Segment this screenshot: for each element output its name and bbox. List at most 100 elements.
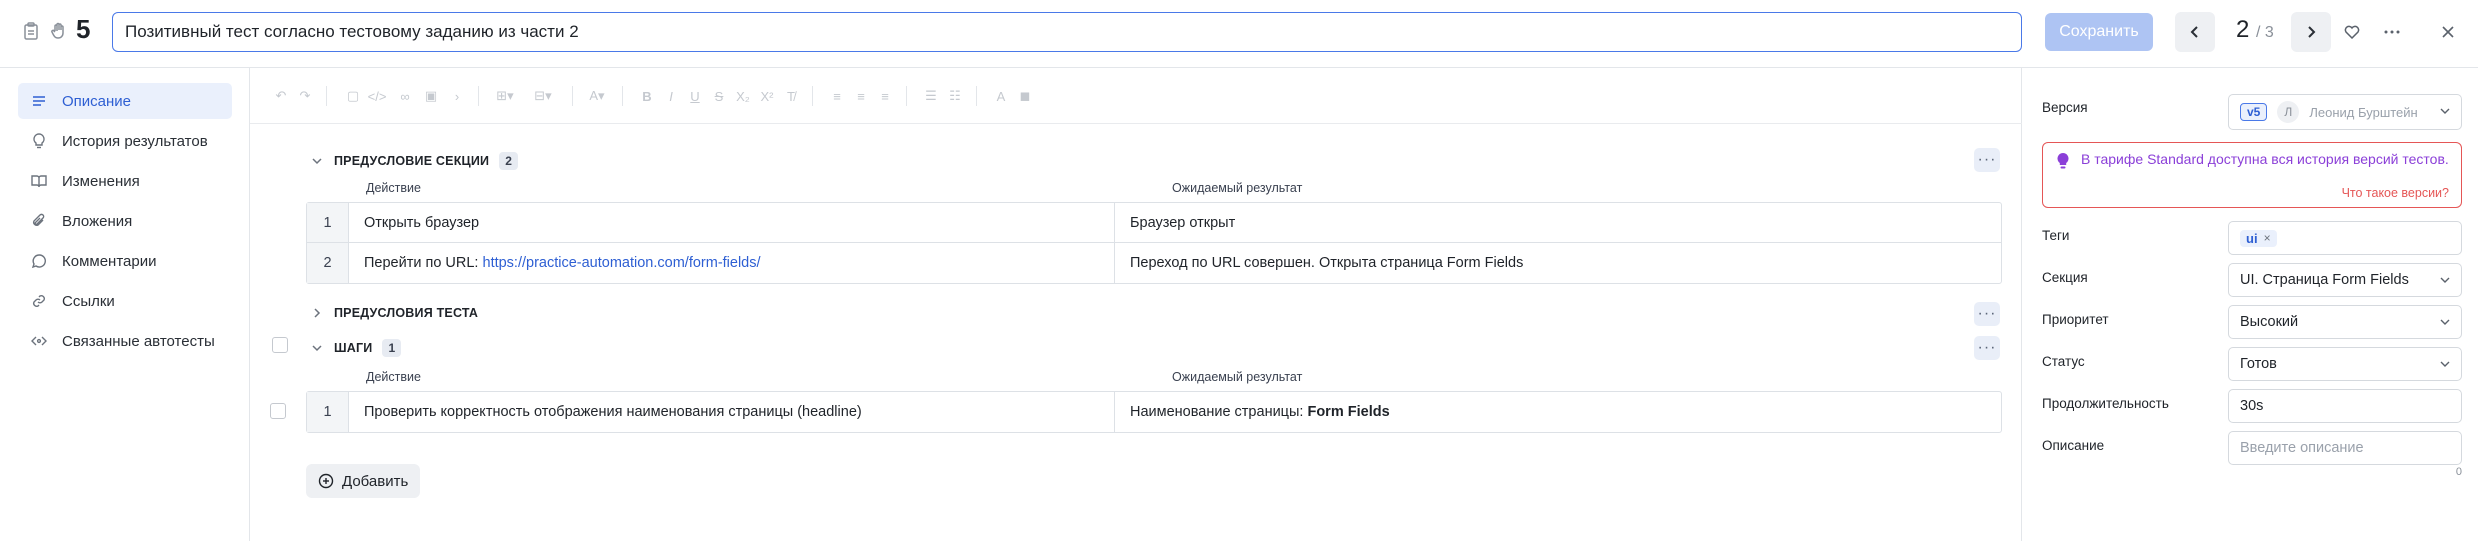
list-icon <box>30 92 48 110</box>
text-color-icon[interactable]: A <box>992 87 1010 105</box>
description-textarea[interactable]: Введите описание <box>2228 431 2462 465</box>
superscript-icon[interactable]: X² <box>758 87 776 105</box>
sidebar-item-autotests[interactable]: Связанные автотесты <box>18 323 232 359</box>
steps-table: 1 Проверить корректность отображения наи… <box>306 391 2002 433</box>
steps-more-button[interactable]: ··· <box>1974 336 2000 360</box>
clipboard-icon[interactable] <box>20 20 42 42</box>
status-select[interactable]: Готов <box>2228 347 2462 381</box>
chevron-right-icon <box>2308 26 2316 38</box>
code-icon <box>30 332 48 350</box>
sidebar-item-results-history[interactable]: История результатов <box>18 123 232 159</box>
font-size-icon[interactable]: A▾ <box>588 87 606 105</box>
sidebar: Описание История результатов Изменения В… <box>0 68 250 541</box>
section-precondition-more-button[interactable]: ··· <box>1974 148 2000 172</box>
save-button[interactable]: Сохранить <box>2045 13 2153 51</box>
step-action[interactable]: Открыть браузер <box>349 203 1115 242</box>
priority-label: Приоритет <box>2042 312 2109 327</box>
underline-icon[interactable]: U <box>686 87 704 105</box>
test-preconditions-title: ПРЕДУСЛОВИЯ ТЕСТА <box>334 306 479 320</box>
bold-icon[interactable]: B <box>638 87 656 105</box>
chevron-down-icon <box>2440 319 2450 325</box>
table-edit-icon[interactable]: ⊟▾ <box>534 87 552 105</box>
test-title-input[interactable]: Позитивный тест согласно тестовому задан… <box>112 12 2022 52</box>
step-checkbox[interactable] <box>270 403 286 419</box>
chevron-down-icon[interactable] <box>310 154 324 168</box>
step-number: 2 <box>307 243 349 283</box>
sidebar-item-links[interactable]: Ссылки <box>18 283 232 319</box>
table-row: 1 Открыть браузер Браузер открыт <box>307 203 2001 243</box>
link-insert-icon[interactable]: ∞ <box>396 87 414 105</box>
version-user: Леонид Бурштейн <box>2309 104 2418 120</box>
steps-header[interactable]: ШАГИ 1 <box>310 339 402 357</box>
subscript-icon[interactable]: X₂ <box>734 87 752 105</box>
description-counter: 0 <box>2455 466 2462 478</box>
block-icon[interactable]: ▢ <box>344 87 362 105</box>
strike-icon[interactable]: S <box>710 87 728 105</box>
version-label: Версия <box>2042 100 2088 115</box>
test-preconditions-more-button[interactable]: ··· <box>1974 302 2000 326</box>
hand-icon[interactable] <box>48 20 70 42</box>
undo-icon[interactable]: ↶ <box>272 87 290 105</box>
clear-format-icon[interactable]: T̸ <box>782 87 800 105</box>
chevron-down-icon <box>2440 277 2450 283</box>
redo-icon[interactable]: ↷ <box>296 87 314 105</box>
chevron-down-icon[interactable] <box>310 341 324 355</box>
sidebar-item-comments[interactable]: Комментарии <box>18 243 232 279</box>
sidebar-item-changes[interactable]: Изменения <box>18 163 232 199</box>
step-action[interactable]: Проверить корректность отображения наиме… <box>349 392 1115 432</box>
numbered-list-icon[interactable]: ☷ <box>946 87 964 105</box>
test-preconditions-header[interactable]: ПРЕДУСЛОВИЯ ТЕСТА <box>310 306 478 320</box>
test-number: 5 <box>76 14 91 44</box>
align-center-icon[interactable]: ≡ <box>852 87 870 105</box>
tags-field[interactable]: ui × <box>2228 221 2462 255</box>
sidebar-item-label: История результатов <box>62 132 208 150</box>
duration-value: 30s <box>2240 398 2264 414</box>
step-action[interactable]: Перейти по URL: https://practice-automat… <box>349 243 1115 283</box>
section-select[interactable]: UI. Страница Form Fields <box>2228 263 2462 297</box>
add-step-button[interactable]: Добавить <box>306 464 421 498</box>
prev-button[interactable] <box>2175 12 2215 52</box>
priority-select[interactable]: Высокий <box>2228 305 2462 339</box>
link-icon <box>30 292 48 310</box>
step-result[interactable]: Браузер открыт <box>1115 203 2001 242</box>
chevron-more-icon[interactable]: › <box>448 87 466 105</box>
heart-icon[interactable] <box>2340 20 2364 44</box>
step-result[interactable]: Переход по URL совершен. Открыта страниц… <box>1115 243 2001 283</box>
code-block-icon[interactable]: </> <box>368 87 387 105</box>
sidebar-item-description[interactable]: Описание <box>18 83 232 119</box>
table-icon[interactable]: ⊞▾ <box>496 87 514 105</box>
steps-select-all-checkbox[interactable] <box>272 337 288 353</box>
next-button[interactable] <box>2291 12 2331 52</box>
close-icon[interactable] <box>2436 20 2460 44</box>
sidebar-item-label: Вложения <box>62 212 133 230</box>
tag-chip[interactable]: ui × <box>2240 229 2277 247</box>
col-result-header: Ожидаемый результат <box>1172 370 1303 384</box>
duration-input[interactable]: 30s <box>2228 389 2462 423</box>
sidebar-item-label: Описание <box>62 92 132 110</box>
lightbulb-icon <box>30 132 48 150</box>
italic-icon[interactable]: I <box>662 87 680 105</box>
sidebar-item-attachments[interactable]: Вложения <box>18 203 232 239</box>
step-result[interactable]: Наименование страницы: Form Fields <box>1115 392 2001 432</box>
pager-total: / 3 <box>2256 24 2274 41</box>
chevron-right-icon[interactable] <box>310 306 324 320</box>
bullet-list-icon[interactable]: ☰ <box>922 87 940 105</box>
pager-current: 2 <box>2236 16 2250 43</box>
align-right-icon[interactable]: ≡ <box>876 87 894 105</box>
status-label: Статус <box>2042 354 2085 369</box>
remove-tag-icon[interactable]: × <box>2264 231 2271 245</box>
versions-help-link[interactable]: Что такое версии? <box>2342 186 2449 200</box>
image-icon[interactable]: ▣ <box>422 87 440 105</box>
version-select[interactable]: v5 Л Леонид Бурштейн <box>2228 94 2462 130</box>
sidebar-item-label: Ссылки <box>62 292 115 310</box>
section-value: UI. Страница Form Fields <box>2240 272 2409 288</box>
steps-title: ШАГИ <box>334 341 373 355</box>
highlight-icon[interactable]: ◼ <box>1016 87 1034 105</box>
comment-icon <box>30 252 48 270</box>
editor-area: ↶ ↷ ▢ </> ∞ ▣ › ⊞▾ ⊟▾ A▾ B I U S X₂ X² T… <box>250 68 2022 541</box>
section-precondition-header[interactable]: ПРЕДУСЛОВИЕ СЕКЦИИ 2 <box>310 152 519 170</box>
more-icon[interactable] <box>2380 20 2404 44</box>
align-left-icon[interactable]: ≡ <box>828 87 846 105</box>
url-link[interactable]: https://practice-automation.com/form-fie… <box>483 255 761 271</box>
status-value: Готов <box>2240 356 2277 372</box>
